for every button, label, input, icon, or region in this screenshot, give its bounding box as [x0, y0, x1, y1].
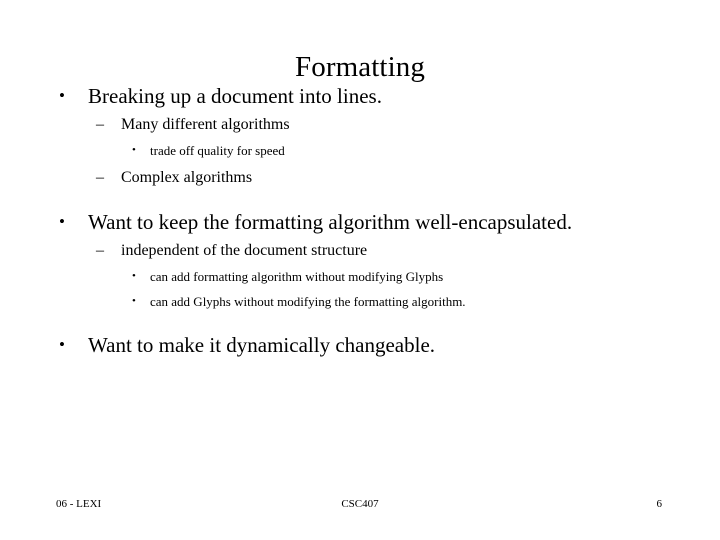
bullet-level2: – independent of the document structure [0, 238, 720, 264]
bullet-level1: • Want to make it dynamically changeable… [0, 331, 720, 359]
bullet-text: Want to keep the formatting algorithm we… [88, 210, 573, 234]
slide-body: • Breaking up a document into lines. – M… [0, 82, 720, 359]
bullet-marker-dash-icon: – [96, 169, 104, 186]
bullet-text: trade off quality for speed [150, 143, 285, 158]
bullet-text: Many different algorithms [121, 116, 290, 133]
bullet-text: independent of the document structure [121, 242, 368, 259]
footer-center-label: CSC407 [341, 498, 379, 510]
bullet-text: can add formatting algorithm without mod… [150, 269, 444, 284]
slide: Formatting • Breaking up a document into… [0, 0, 720, 540]
bullet-level2: – Many different algorithms [0, 112, 720, 138]
bullet-text: can add Glyphs without modifying the for… [150, 294, 466, 309]
bullet-level3: • trade off quality for speed [0, 138, 720, 163]
bullet-marker-dash-icon: – [96, 116, 104, 133]
bullet-marker-small-disc-icon: • [132, 270, 136, 282]
bullet-marker-disc-icon: • [59, 212, 65, 231]
bullet-marker-small-disc-icon: • [132, 295, 136, 307]
bullet-marker-small-disc-icon: • [132, 144, 136, 156]
footer-page-number: 6 [656, 498, 663, 510]
bullet-level3: • can add formatting algorithm without m… [0, 264, 720, 289]
slide-footer: 06 - LEXI CSC407 6 [0, 494, 720, 514]
slide-title: Formatting [295, 51, 425, 84]
bullet-marker-dash-icon: – [96, 242, 104, 259]
bullet-level1: • Breaking up a document into lines. [0, 82, 720, 110]
bullet-text: Breaking up a document into lines. [88, 84, 382, 108]
bullet-level1: • Want to keep the formatting algorithm … [0, 208, 720, 236]
bullet-text: Complex algorithms [121, 169, 253, 186]
bullet-marker-disc-icon: • [59, 86, 65, 105]
bullet-level2: – Complex algorithms [0, 165, 720, 191]
bullet-marker-disc-icon: • [59, 335, 65, 354]
bullet-text: Want to make it dynamically changeable. [88, 333, 436, 357]
bullet-level3: • can add Glyphs without modifying the f… [0, 289, 720, 314]
